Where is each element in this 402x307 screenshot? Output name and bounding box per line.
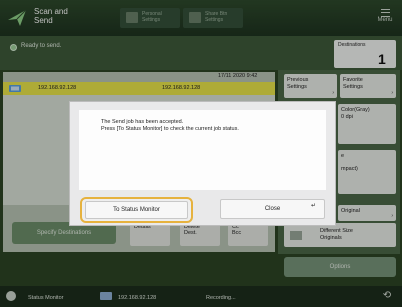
dialog-message: The Send job has been accepted. Press [T… <box>101 119 239 132</box>
close-button[interactable]: Close ↵ <box>220 199 325 219</box>
close-label: Close <box>264 206 281 212</box>
return-icon: ↵ <box>310 203 316 209</box>
to-status-monitor-button[interactable]: To Status Monitor <box>85 201 188 219</box>
